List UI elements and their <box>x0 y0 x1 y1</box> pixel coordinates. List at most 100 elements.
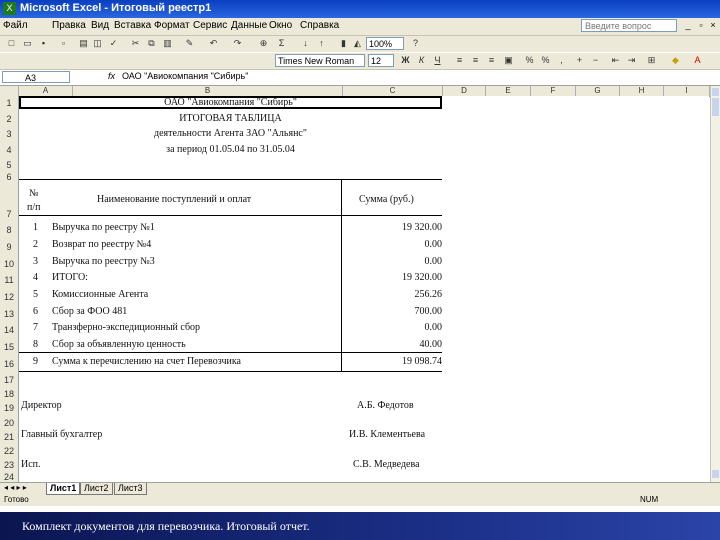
cut-icon[interactable]: ✂ <box>130 38 141 49</box>
autosum-icon[interactable]: Σ <box>276 38 287 49</box>
row-header[interactable]: 17 <box>0 375 18 385</box>
open-icon[interactable]: ▭ <box>22 38 33 49</box>
redo-icon[interactable]: ↷ <box>232 38 243 49</box>
align-left-icon[interactable]: ≡ <box>454 55 465 66</box>
row-header[interactable]: 13 <box>0 309 18 319</box>
decrease-decimal-icon[interactable]: − <box>590 55 601 66</box>
copy-icon[interactable]: ⧉ <box>146 38 157 49</box>
currency-icon[interactable]: % <box>524 55 535 66</box>
row-header[interactable]: 15 <box>0 342 18 352</box>
row-header[interactable]: 18 <box>0 389 18 399</box>
formula-input[interactable]: ОАО "Авиокомпания "Сибирь" <box>122 71 248 81</box>
spelling-icon[interactable]: ✓ <box>108 38 119 49</box>
column-header[interactable]: B <box>73 86 343 96</box>
menu-insert[interactable]: Вставка <box>114 20 151 31</box>
align-right-icon[interactable]: ≡ <box>486 55 497 66</box>
row-header[interactable]: 5 <box>0 160 18 170</box>
column-header[interactable]: G <box>576 86 620 96</box>
drawing-icon[interactable]: ◭ <box>352 38 363 49</box>
window-title: Microsoft Excel - Итоговый реестр1 <box>20 2 212 14</box>
menu-help[interactable]: Справка <box>300 20 339 31</box>
increase-decimal-icon[interactable]: + <box>574 55 585 66</box>
new-icon[interactable]: □ <box>6 38 17 49</box>
row-header[interactable]: 11 <box>0 275 18 285</box>
select-all-corner[interactable] <box>0 86 19 96</box>
column-header[interactable]: I <box>664 86 710 96</box>
row-header[interactable]: 21 <box>0 432 18 442</box>
font-name-select[interactable]: Times New Roman <box>275 54 365 67</box>
help-search-input[interactable]: Введите вопрос <box>581 19 677 32</box>
increase-indent-icon[interactable]: ⇥ <box>626 55 637 66</box>
paste-icon[interactable]: ▥ <box>162 38 173 49</box>
borders-icon[interactable]: ⊞ <box>646 55 657 66</box>
undo-icon[interactable]: ↶ <box>208 38 219 49</box>
name-box[interactable]: A3 <box>2 71 70 83</box>
tab-sheet1[interactable]: Лист1 <box>46 483 81 495</box>
hyperlink-icon[interactable]: ⊕ <box>258 38 269 49</box>
sort-asc-icon[interactable]: ↓ <box>300 38 311 49</box>
row-header[interactable]: 19 <box>0 403 18 413</box>
preview-icon[interactable]: ◫ <box>92 38 103 49</box>
underline-icon[interactable]: Ч <box>432 55 443 66</box>
italic-icon[interactable]: К <box>416 55 427 66</box>
column-header[interactable]: A <box>19 86 73 96</box>
row-header[interactable]: 20 <box>0 418 18 428</box>
merge-center-icon[interactable]: ▣ <box>503 55 514 66</box>
row-header[interactable]: 12 <box>0 292 18 302</box>
row-header[interactable]: 14 <box>0 325 18 335</box>
column-header[interactable]: H <box>620 86 664 96</box>
row-header[interactable]: 23 <box>0 460 18 470</box>
font-color-icon[interactable]: A <box>692 55 703 66</box>
row-header[interactable]: 6 <box>0 172 18 182</box>
tab-sheet2[interactable]: Лист2 <box>80 483 113 495</box>
column-header[interactable]: D <box>443 86 486 96</box>
worksheet-grid[interactable]: ОАО "Авиокомпания "Сибирь" ИТОГОВАЯ ТАБЛ… <box>19 96 709 482</box>
column-header[interactable]: E <box>486 86 531 96</box>
menu-data[interactable]: Данные <box>231 20 267 31</box>
zoom-select[interactable]: 100% <box>366 37 404 50</box>
comma-icon[interactable]: , <box>556 55 567 66</box>
menu-edit[interactable]: Правка <box>52 20 86 31</box>
menu-file[interactable]: Файл <box>3 20 28 31</box>
row-header[interactable]: 9 <box>0 242 18 252</box>
scroll-down-icon[interactable] <box>712 470 719 478</box>
row-header[interactable]: 1 <box>0 98 18 108</box>
bold-icon[interactable]: Ж <box>400 55 411 66</box>
fx-icon[interactable]: fx <box>108 71 115 81</box>
sort-desc-icon[interactable]: ↑ <box>316 38 327 49</box>
menu-tools[interactable]: Сервис <box>193 20 227 31</box>
restore-icon[interactable]: ▫ <box>695 19 707 32</box>
row-header[interactable]: 3 <box>0 129 18 139</box>
row-header[interactable]: 16 <box>0 359 18 369</box>
column-header[interactable]: F <box>531 86 576 96</box>
format-painter-icon[interactable]: ✎ <box>184 38 195 49</box>
column-header[interactable]: C <box>343 86 443 96</box>
menu-format[interactable]: Формат <box>154 20 190 31</box>
minimize-icon[interactable]: _ <box>682 19 694 32</box>
scroll-thumb[interactable] <box>712 98 719 116</box>
row-header[interactable]: 24 <box>0 472 18 482</box>
fill-color-icon[interactable]: ◆ <box>670 55 681 66</box>
row-header[interactable]: 4 <box>0 145 18 155</box>
row-header[interactable]: 10 <box>0 259 18 269</box>
vertical-scrollbar[interactable] <box>710 86 720 482</box>
row-header[interactable]: 2 <box>0 114 18 124</box>
decrease-indent-icon[interactable]: ⇤ <box>610 55 621 66</box>
scroll-up-icon[interactable] <box>712 88 719 96</box>
menu-view[interactable]: Вид <box>91 20 109 31</box>
menu-window[interactable]: Окно <box>269 20 292 31</box>
font-size-select[interactable]: 12 <box>368 54 394 67</box>
save-icon[interactable]: ▪ <box>38 38 49 49</box>
percent-icon[interactable]: % <box>540 55 551 66</box>
permission-icon[interactable]: ▫ <box>58 38 69 49</box>
chart-icon[interactable]: ▮ <box>338 38 349 49</box>
close-icon[interactable]: × <box>707 19 719 32</box>
row-header[interactable]: 8 <box>0 225 18 235</box>
tab-nav-icon[interactable]: ◂ ◂ ▸ ▸ <box>4 483 27 492</box>
align-center-icon[interactable]: ≡ <box>470 55 481 66</box>
help-icon[interactable]: ? <box>410 38 421 49</box>
tab-sheet3[interactable]: Лист3 <box>114 483 147 495</box>
row-header[interactable]: 22 <box>0 446 18 456</box>
row-header[interactable]: 7 <box>0 209 18 219</box>
print-icon[interactable]: ▤ <box>78 38 89 49</box>
